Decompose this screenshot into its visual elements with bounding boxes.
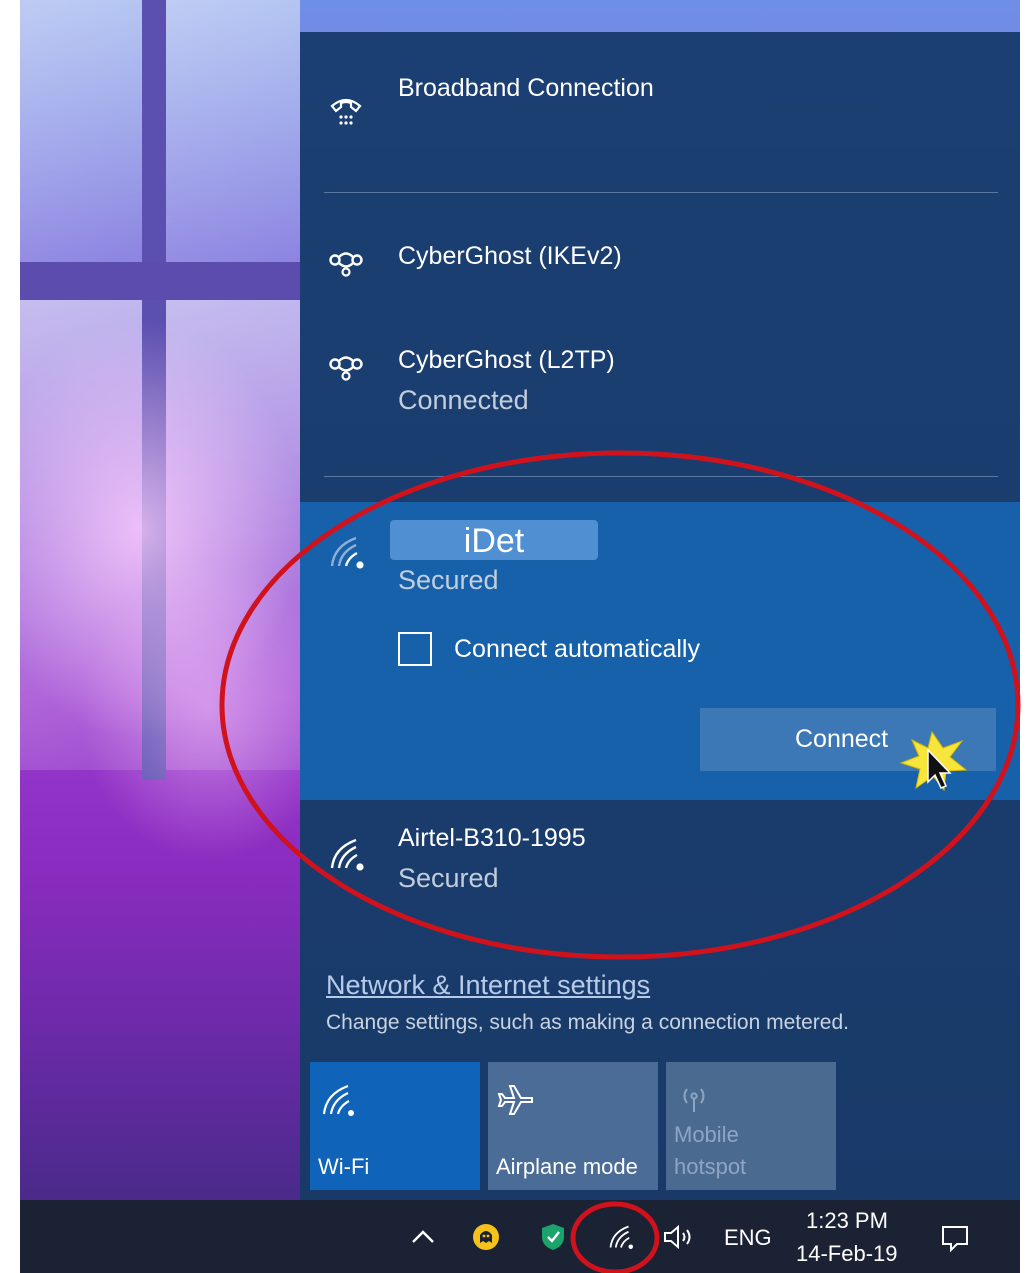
taskbar: ENG 1:23 PM 14-Feb-19 xyxy=(20,1200,1020,1273)
tile-label: Wi-Fi xyxy=(318,1154,370,1179)
tile-label: Airplane mode xyxy=(496,1154,638,1179)
wifi-icon[interactable] xyxy=(606,1222,636,1252)
connect-automatically-checkbox[interactable] xyxy=(398,632,432,666)
wifi-network-airtel[interactable]: Airtel-B310-1995 Secured xyxy=(300,800,1020,910)
cyberghost-icon[interactable] xyxy=(472,1223,500,1251)
wallpaper-pane xyxy=(166,0,300,262)
notification-icon[interactable] xyxy=(940,1223,970,1253)
language-indicator[interactable]: ENG xyxy=(724,1225,772,1251)
wifi-signal-icon xyxy=(330,838,364,871)
clock-date[interactable]: 14-Feb-19 xyxy=(796,1241,898,1267)
vpn-icon xyxy=(329,252,363,277)
hotspot-icon xyxy=(683,1088,705,1112)
connect-button-label: Connect xyxy=(795,725,889,753)
mobile-hotspot-tile[interactable]: Mobile hotspot xyxy=(666,1062,836,1190)
airplane-mode-tile[interactable]: Airplane mode xyxy=(488,1062,658,1190)
connection-cyberghost-l2tp[interactable]: CyberGhost (L2TP) Connected xyxy=(300,332,1020,432)
connection-status: Connected xyxy=(398,385,529,415)
vpn-icon xyxy=(329,356,363,381)
network-status: Secured xyxy=(398,863,499,893)
chevron-up-icon[interactable] xyxy=(410,1226,436,1246)
wifi-toggle-tile[interactable]: Wi-Fi xyxy=(310,1062,480,1190)
connection-name: CyberGhost (IKEv2) xyxy=(398,242,622,270)
security-shield-icon[interactable] xyxy=(540,1222,566,1252)
clock-time[interactable]: 1:23 PM xyxy=(806,1208,888,1234)
connect-button[interactable]: Connect xyxy=(700,708,996,771)
connect-automatically-label: Connect automatically xyxy=(454,635,700,663)
network-name: iDet xyxy=(390,520,598,560)
wallpaper-pane xyxy=(20,0,142,262)
wallpaper-frame xyxy=(20,262,320,300)
connection-name: CyberGhost (L2TP) xyxy=(398,346,615,374)
network-flyout: Broadband Connection CyberGhost (IKEv2) … xyxy=(300,32,1020,1200)
connection-cyberghost-ikev2[interactable]: CyberGhost (IKEv2) xyxy=(300,214,1020,304)
wifi-signal-icon xyxy=(330,536,364,569)
connection-name: Broadband Connection xyxy=(398,74,654,102)
dialup-icon xyxy=(330,98,362,125)
airplane-icon xyxy=(497,1085,533,1115)
wifi-icon xyxy=(322,1084,354,1116)
divider xyxy=(324,192,998,193)
network-name: Airtel-B310-1995 xyxy=(398,824,586,852)
connection-broadband[interactable]: Broadband Connection xyxy=(300,32,1020,194)
tile-label: hotspot xyxy=(674,1154,747,1179)
divider xyxy=(324,476,998,477)
speaker-icon[interactable] xyxy=(662,1224,698,1250)
tile-label: Mobile xyxy=(674,1122,739,1147)
network-settings-description: Change settings, such as making a connec… xyxy=(326,1011,849,1034)
network-settings-link[interactable]: Network & Internet settings xyxy=(326,970,650,1001)
network-status: Secured xyxy=(398,565,499,595)
